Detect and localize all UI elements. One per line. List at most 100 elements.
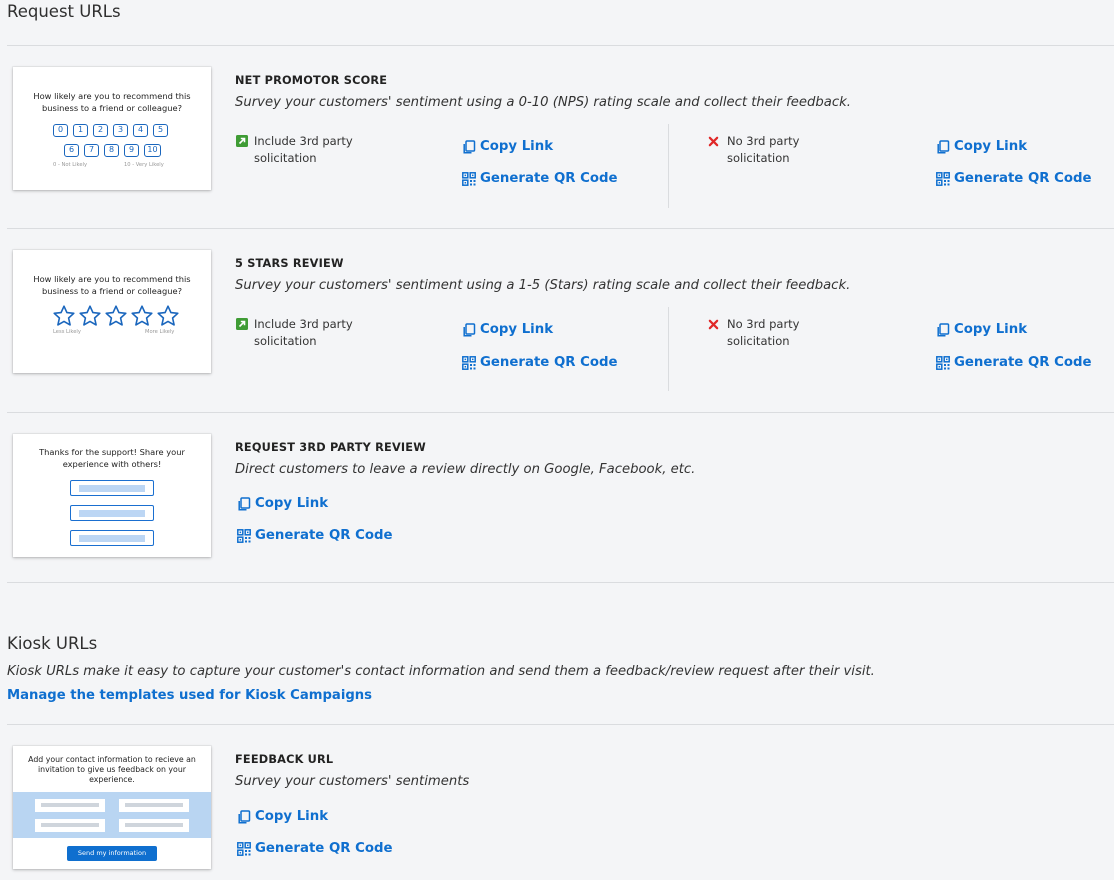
kiosk-urls-title: Kiosk URLs bbox=[7, 634, 98, 653]
form-field-placeholder bbox=[119, 819, 189, 832]
stars-title: 5 STARS REVIEW bbox=[235, 257, 344, 270]
request-urls-title: Request URLs bbox=[7, 2, 121, 21]
third-party-description: Direct customers to leave a review direc… bbox=[235, 462, 696, 477]
low-label: 0 - Not Likely bbox=[53, 162, 88, 168]
x-icon bbox=[708, 319, 719, 330]
copy-link-label: Copy Link bbox=[480, 139, 554, 154]
qr-code-label: Generate QR Code bbox=[480, 171, 618, 186]
copy-link-label: Copy Link bbox=[255, 496, 329, 511]
copy-icon bbox=[462, 323, 476, 337]
copy-link-label: Copy Link bbox=[954, 139, 1028, 154]
scale-box: 2 bbox=[93, 124, 108, 137]
nps-scale-row-2: 6 7 8 9 10 bbox=[64, 144, 161, 157]
preview-question: How likely are you to recommend this bus… bbox=[33, 91, 191, 113]
copy-icon bbox=[936, 140, 950, 154]
review-site-button-placeholder bbox=[70, 505, 154, 521]
qr-code-label: Generate QR Code bbox=[954, 171, 1092, 186]
nps-preview-card: How likely are you to recommend this bus… bbox=[13, 67, 211, 190]
scale-box: 9 bbox=[124, 144, 139, 157]
preview-question: How likely are you to recommend this bus… bbox=[33, 274, 191, 296]
external-link-icon bbox=[236, 318, 248, 330]
copy-link-label: Copy Link bbox=[954, 322, 1028, 337]
nps-include-qr-button[interactable]: Generate QR Code bbox=[462, 171, 618, 186]
star-icon bbox=[130, 304, 154, 328]
qr-code-label: Generate QR Code bbox=[954, 355, 1092, 370]
qr-code-label: Generate QR Code bbox=[255, 841, 393, 856]
copy-icon bbox=[936, 323, 950, 337]
divider bbox=[7, 412, 1114, 413]
form-field-placeholder bbox=[35, 819, 105, 832]
stars-include-copy-link[interactable]: Copy Link bbox=[462, 322, 553, 337]
divider bbox=[7, 582, 1114, 583]
manage-kiosk-templates-link[interactable]: Manage the templates used for Kiosk Camp… bbox=[7, 688, 372, 703]
scale-box: 3 bbox=[113, 124, 128, 137]
preview-question: Add your contact information to recieve … bbox=[28, 755, 196, 784]
scale-box: 1 bbox=[73, 124, 88, 137]
low-label: Less Likely bbox=[53, 329, 81, 335]
review-site-button-placeholder bbox=[70, 480, 154, 496]
qr-code-label: Generate QR Code bbox=[480, 355, 618, 370]
stars-preview-card: How likely are you to recommend this bus… bbox=[13, 250, 211, 373]
qr-code-icon bbox=[462, 356, 476, 370]
option-separator bbox=[668, 124, 669, 208]
qr-code-icon bbox=[237, 842, 251, 856]
stars-description: Survey your customers' sentiment using a… bbox=[235, 278, 851, 293]
divider bbox=[7, 45, 1114, 46]
third-party-preview-card: Thanks for the support! Share your exper… bbox=[13, 434, 211, 557]
copy-link-label: Copy Link bbox=[255, 809, 329, 824]
qr-code-icon bbox=[237, 529, 251, 543]
star-rating-row bbox=[52, 304, 180, 328]
scale-box: 10 bbox=[144, 144, 161, 157]
contact-form-band bbox=[13, 792, 211, 838]
high-label: More Likely bbox=[145, 329, 175, 335]
send-information-button: Send my information bbox=[67, 846, 157, 861]
scale-box: 7 bbox=[84, 144, 99, 157]
stars-include-option: Include 3rd party solicitation bbox=[254, 317, 353, 348]
nps-exclude-copy-link[interactable]: Copy Link bbox=[936, 139, 1027, 154]
feedback-url-description: Survey your customers' sentiments bbox=[235, 774, 470, 789]
copy-icon bbox=[462, 140, 476, 154]
stars-exclude-copy-link[interactable]: Copy Link bbox=[936, 322, 1027, 337]
x-icon bbox=[708, 136, 719, 147]
feedback-url-copy-link[interactable]: Copy Link bbox=[237, 809, 328, 824]
divider bbox=[7, 228, 1114, 229]
stars-exclude-qr-button[interactable]: Generate QR Code bbox=[936, 355, 1092, 370]
qr-code-icon bbox=[462, 172, 476, 186]
form-field-placeholder bbox=[119, 799, 189, 812]
review-site-button-placeholder bbox=[70, 530, 154, 546]
nps-exclude-option: No 3rd party solicitation bbox=[727, 134, 800, 165]
qr-code-label: Generate QR Code bbox=[255, 528, 393, 543]
scale-box: 4 bbox=[133, 124, 148, 137]
feedback-url-title: FEEDBACK URL bbox=[235, 753, 334, 766]
copy-link-label: Copy Link bbox=[480, 322, 554, 337]
star-icon bbox=[52, 304, 76, 328]
scale-box: 5 bbox=[153, 124, 168, 137]
divider bbox=[7, 724, 1114, 725]
preview-question: Thanks for the support! Share your exper… bbox=[39, 447, 185, 469]
star-icon bbox=[156, 304, 180, 328]
scale-box: 6 bbox=[64, 144, 79, 157]
feedback-url-qr-button[interactable]: Generate QR Code bbox=[237, 841, 393, 856]
copy-icon bbox=[237, 810, 251, 824]
nps-description: Survey your customers' sentiment using a… bbox=[235, 95, 851, 110]
nps-title: NET PROMOTOR SCORE bbox=[235, 74, 388, 87]
star-icon bbox=[104, 304, 128, 328]
high-label: 10 - Very Likely bbox=[124, 162, 164, 168]
nps-include-copy-link[interactable]: Copy Link bbox=[462, 139, 553, 154]
stars-include-qr-button[interactable]: Generate QR Code bbox=[462, 355, 618, 370]
qr-code-icon bbox=[936, 356, 950, 370]
nps-exclude-qr-button[interactable]: Generate QR Code bbox=[936, 171, 1092, 186]
form-field-placeholder bbox=[35, 799, 105, 812]
external-link-icon bbox=[236, 135, 248, 147]
scale-box: 8 bbox=[104, 144, 119, 157]
scale-box: 0 bbox=[53, 124, 68, 137]
qr-code-icon bbox=[936, 172, 950, 186]
third-party-copy-link[interactable]: Copy Link bbox=[237, 496, 328, 511]
nps-include-option: Include 3rd party solicitation bbox=[254, 134, 353, 165]
stars-exclude-option: No 3rd party solicitation bbox=[727, 317, 800, 348]
third-party-qr-button[interactable]: Generate QR Code bbox=[237, 528, 393, 543]
option-separator bbox=[668, 307, 669, 391]
copy-icon bbox=[237, 497, 251, 511]
nps-scale-row-1: 0 1 2 3 4 5 bbox=[53, 124, 168, 137]
star-icon bbox=[78, 304, 102, 328]
